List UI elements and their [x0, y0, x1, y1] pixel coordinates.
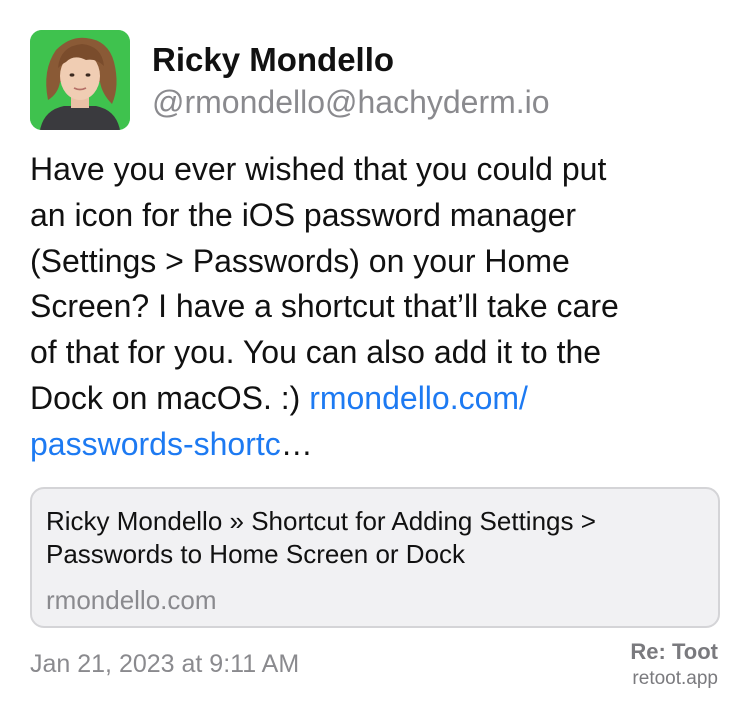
avatar[interactable] [30, 30, 130, 130]
post-line: Dock on macOS. :) rmondello.com/ [30, 376, 730, 422]
post-line-text: Dock on macOS. :) [30, 379, 310, 416]
brand-url: retoot.app [632, 668, 718, 689]
avatar-image [30, 30, 130, 130]
post-body: Have you ever wished that you could put … [30, 147, 730, 468]
post-line: Screen? I have a shortcut that’ll take c… [30, 288, 619, 325]
post-line: an icon for the iOS password manager [30, 196, 577, 233]
link-preview-title-line: Passwords to Home Screen or Dock [46, 539, 466, 569]
post-line: (Settings > Passwords) on your Home [30, 242, 570, 279]
link-preview-domain: rmondello.com [46, 585, 217, 615]
link-preview-card[interactable]: Ricky Mondello » Shortcut for Adding Set… [30, 487, 720, 628]
link-preview-title: Ricky Mondello » Shortcut for Adding Set… [46, 505, 706, 571]
post-ellipsis: … [280, 425, 313, 462]
link-preview-title-line: Ricky Mondello » Shortcut for Adding Set… [46, 506, 596, 536]
post-line: of that for you. You can also add it to … [30, 334, 602, 371]
post-link-continued[interactable]: passwords-shortc [30, 426, 281, 462]
brand-name: Re: Toot [630, 639, 718, 664]
app-branding: Re: Toot retoot.app [630, 638, 718, 692]
toot-card: Ricky Mondello @rmondello@hachyderm.io H… [0, 0, 750, 710]
post-link[interactable]: rmondello.com/ [309, 380, 528, 416]
post-line: passwords-shortc… [30, 422, 730, 468]
post-timestamp: Jan 21, 2023 at 9:11 AM [30, 650, 300, 678]
post-line: Have you ever wished that you could put [30, 151, 607, 187]
author-handle[interactable]: @rmondello@hachyderm.io [152, 81, 550, 123]
author-display-name[interactable]: Ricky Mondello [152, 39, 394, 81]
